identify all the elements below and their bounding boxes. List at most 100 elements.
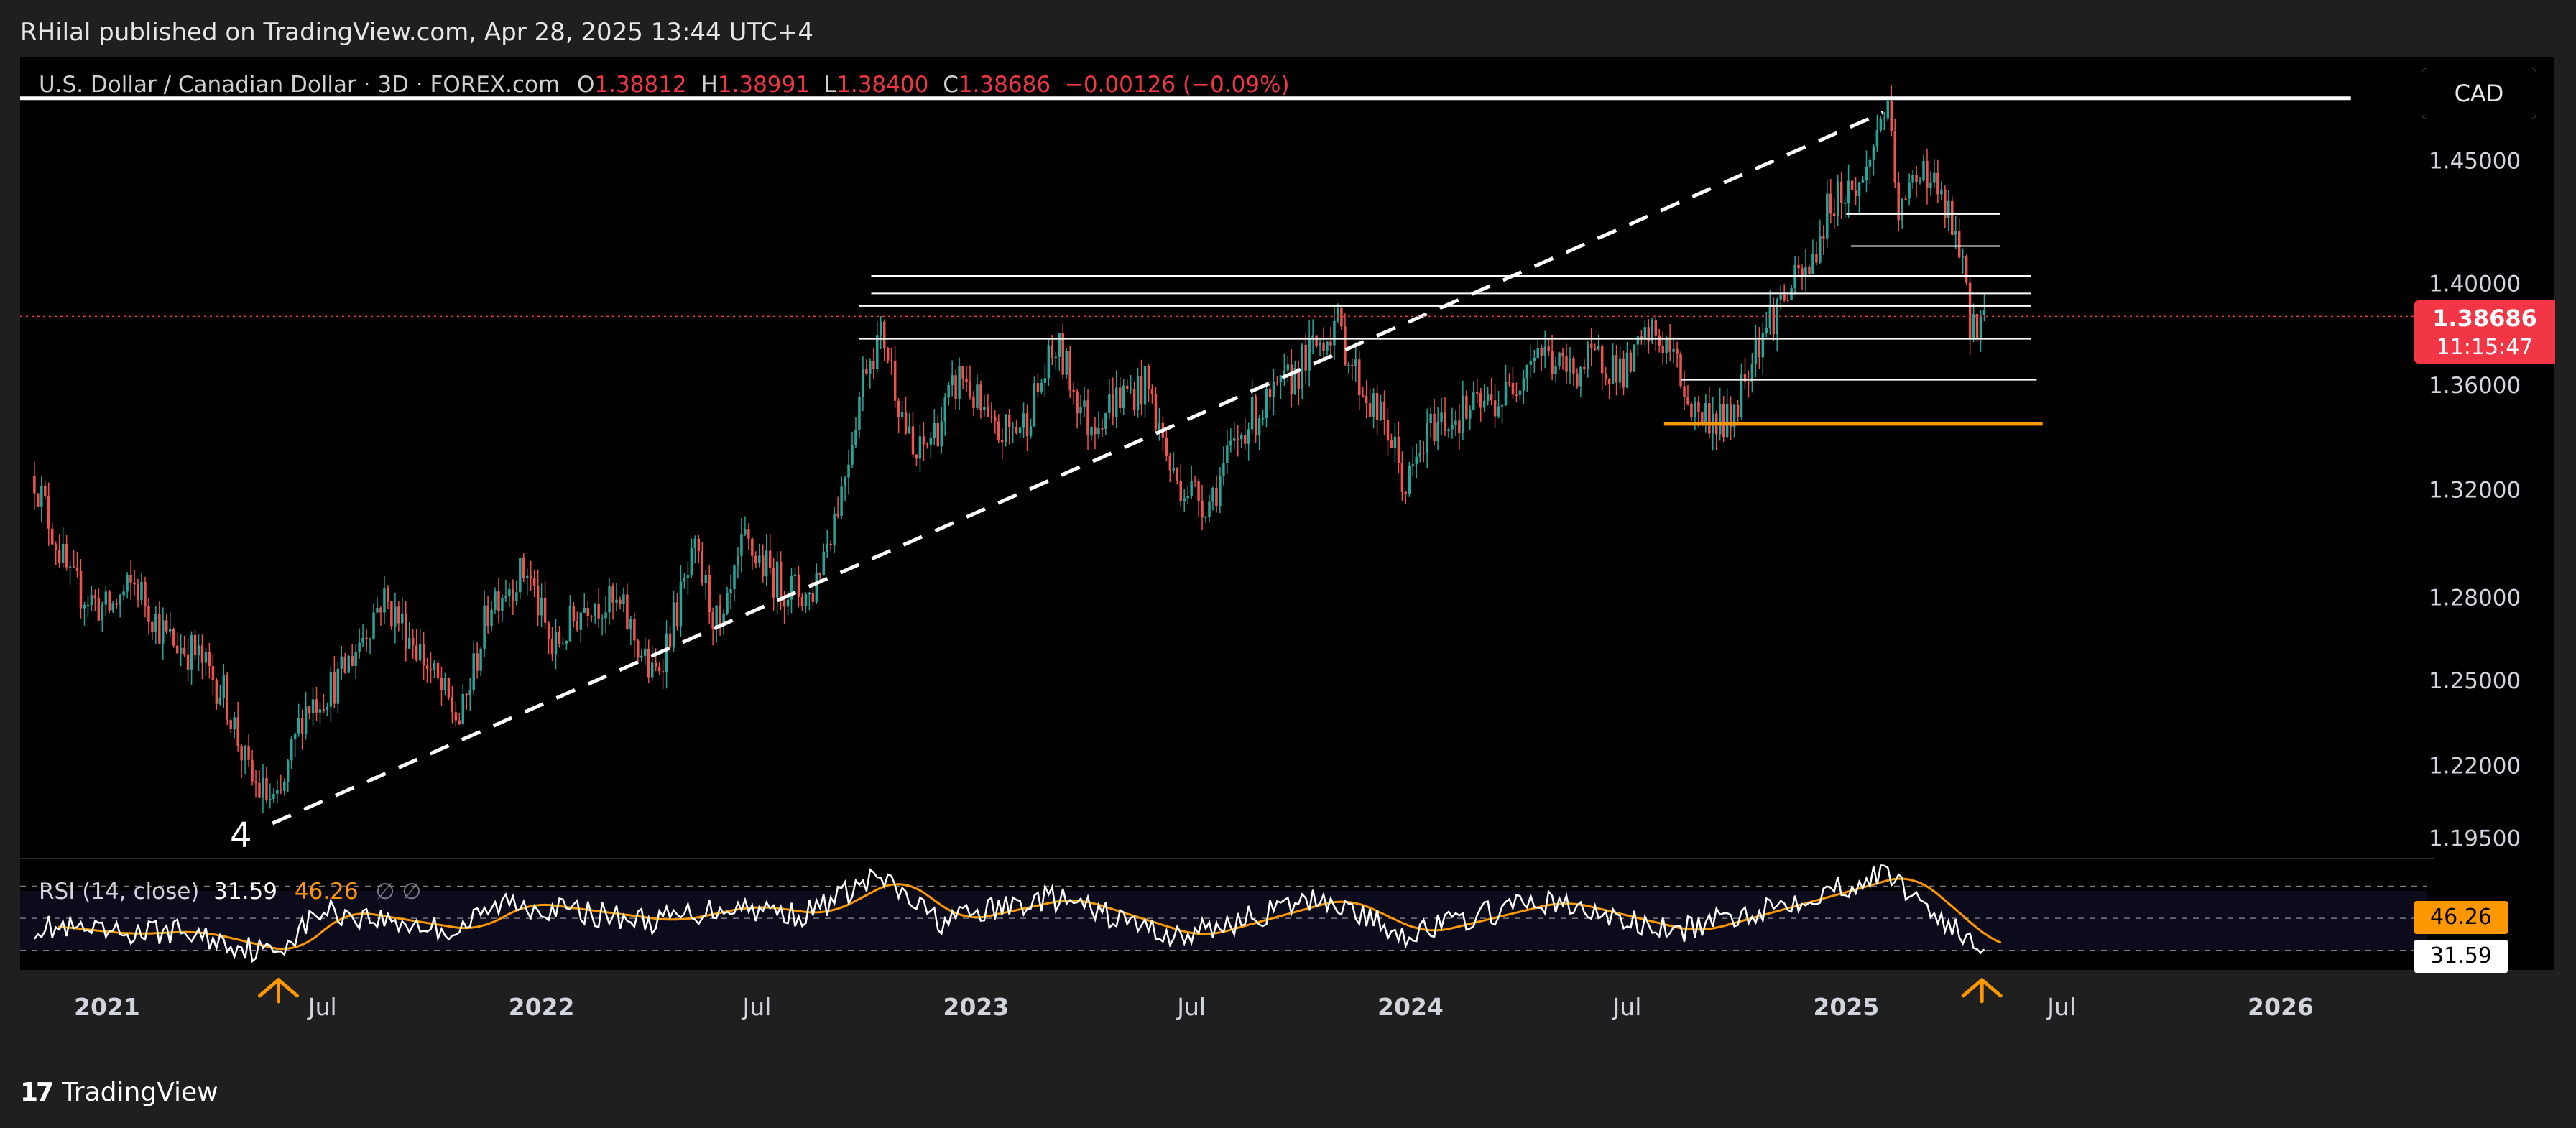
candle-body xyxy=(751,538,754,556)
candle-body xyxy=(543,597,547,623)
candle-body xyxy=(1686,397,1689,404)
candle-body xyxy=(833,513,836,545)
candle-body xyxy=(990,417,993,418)
low-label: L xyxy=(823,72,837,98)
candle-body xyxy=(1375,393,1379,420)
candle-body xyxy=(83,605,86,609)
candle-body xyxy=(1168,456,1172,471)
close-value: 1.38686 xyxy=(958,72,1051,98)
candle-body xyxy=(1047,345,1051,379)
candle-body xyxy=(519,558,522,593)
candle-body xyxy=(422,644,425,666)
candle-body xyxy=(454,712,458,721)
candle-body xyxy=(629,619,632,629)
currency-selector[interactable]: CAD xyxy=(2422,68,2536,119)
candle-body xyxy=(1604,373,1607,379)
candle-body xyxy=(1426,423,1428,453)
candle-body xyxy=(1786,300,1789,301)
candle-body xyxy=(586,608,589,616)
candle-body xyxy=(1679,354,1682,387)
candle-body xyxy=(333,672,336,704)
candle-body xyxy=(1279,375,1283,382)
candle-body xyxy=(272,793,275,800)
candle-body xyxy=(529,575,532,578)
candle-body xyxy=(1843,203,1847,204)
candle-body xyxy=(218,698,222,704)
candle-body xyxy=(733,565,736,589)
candle-body xyxy=(897,400,900,417)
candle-body xyxy=(1104,412,1107,429)
candle-body xyxy=(397,606,400,624)
candle-body xyxy=(37,493,40,507)
candle-body xyxy=(1361,395,1365,397)
candle-body xyxy=(468,690,471,695)
candle-body xyxy=(1301,345,1303,389)
candle-body xyxy=(1239,435,1243,440)
candle-body xyxy=(240,746,243,761)
candle-body xyxy=(311,699,315,713)
candle-body xyxy=(1272,381,1275,398)
candle-body xyxy=(229,720,232,729)
candle-body xyxy=(1683,386,1686,397)
candle-body xyxy=(1254,397,1257,435)
candle-body xyxy=(1975,314,1979,339)
candle-body xyxy=(244,745,246,761)
candle-body xyxy=(254,781,257,783)
candle-body xyxy=(893,360,897,401)
time-axis-background xyxy=(20,970,2554,1049)
candle-body xyxy=(637,640,640,658)
candle-body xyxy=(147,606,150,622)
candle-body xyxy=(1968,282,1972,338)
candle-body xyxy=(1440,412,1443,422)
candle-body xyxy=(1018,427,1022,433)
candle-body xyxy=(918,436,922,459)
candle-body xyxy=(1451,425,1454,430)
candle-body xyxy=(1772,307,1775,335)
candle-body xyxy=(1783,295,1786,300)
candle-body xyxy=(168,629,172,632)
tradingview-footer[interactable]: 17 TradingView xyxy=(20,1075,218,1111)
candle-body xyxy=(1411,464,1415,466)
candle-body xyxy=(154,614,157,632)
candle-body xyxy=(1947,200,1950,218)
candle-body xyxy=(1079,407,1082,414)
candle-body xyxy=(608,586,611,613)
candle-body xyxy=(329,672,333,707)
candle-body xyxy=(1572,358,1575,374)
time-axis-label: Jul xyxy=(307,993,337,1021)
candle-body xyxy=(472,653,475,690)
candle-body xyxy=(1275,381,1279,383)
candle-body xyxy=(1347,364,1350,366)
candle-body xyxy=(262,777,264,798)
candle-body xyxy=(1854,190,1857,196)
bar-countdown: 11:15:47 xyxy=(2436,335,2534,360)
candle-body xyxy=(886,348,890,361)
candle-body xyxy=(343,656,347,673)
candle-body xyxy=(1776,299,1778,335)
candle-body xyxy=(1040,382,1043,392)
high-value: 1.38991 xyxy=(717,72,810,98)
candle-body xyxy=(369,638,371,640)
candle-body xyxy=(165,620,168,632)
candle-body xyxy=(1290,364,1293,394)
tradingview-logo-icon: 17 xyxy=(20,1078,54,1107)
candle-body xyxy=(1150,389,1154,395)
candle-body xyxy=(729,588,732,593)
candle-body xyxy=(1822,236,1825,239)
candle-body xyxy=(1436,421,1439,442)
candle-body xyxy=(1304,345,1307,371)
candle-body xyxy=(929,438,933,445)
candle-body xyxy=(79,570,83,609)
candle-body xyxy=(269,799,272,800)
candle-body xyxy=(1940,189,1943,195)
candle-body xyxy=(1954,231,1957,235)
candle-body xyxy=(1469,410,1472,419)
candle-body xyxy=(943,397,946,422)
candle-body xyxy=(951,375,954,386)
candle-body xyxy=(1344,326,1347,366)
candle-body xyxy=(1400,462,1404,492)
candle-body xyxy=(1115,387,1118,417)
candle-body xyxy=(683,578,686,582)
candle-body xyxy=(1083,400,1086,408)
chart-area[interactable]: 1.19500 1.22000 1.25000 1.28000 1.32000 1.360… xyxy=(20,57,2555,1049)
